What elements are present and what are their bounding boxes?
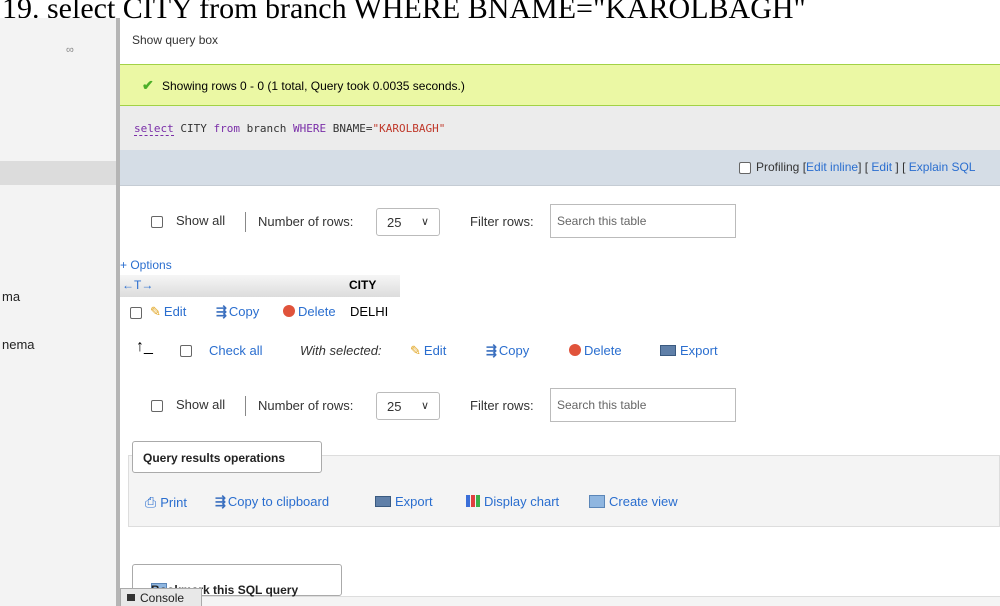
search-placeholder: Search this table (557, 398, 647, 412)
show-all-label: Show all (176, 397, 226, 412)
print-button[interactable]: ⎙ Print (145, 494, 187, 511)
profiling-checkbox[interactable] (739, 162, 751, 174)
show-all-checkbox[interactable] (151, 216, 163, 228)
table-navigation-top: Show all Number of rows: 25 ∨ Filter row… (120, 204, 1000, 240)
console-icon (127, 594, 135, 601)
show-query-box-link[interactable]: Show query box (132, 33, 218, 47)
sql-string-value: "KAROLBAGH" (372, 122, 446, 135)
export-button[interactable]: Export (375, 494, 433, 509)
sql-query: select CITY from branch WHERE BNAME="KAR… (134, 122, 446, 136)
row-checkbox[interactable] (130, 307, 142, 319)
row-delete-button[interactable]: Delete (283, 304, 336, 319)
explain-sql-link[interactable]: Explain SQL (909, 160, 976, 174)
filter-rows-label: Filter rows: (470, 214, 534, 229)
column-sort-arrows-icon[interactable]: ←T→ (122, 278, 153, 292)
rows-per-page-value: 25 (387, 399, 402, 414)
success-message: ✔ Showing rows 0 - 0 (1 total, Query too… (120, 64, 1000, 106)
table-cell-city: DELHI (350, 304, 389, 319)
bar-chart-icon (466, 495, 480, 507)
sql-table: branch (246, 122, 287, 135)
rows-per-page-value: 25 (387, 215, 402, 230)
copy-icon: ⇶ (486, 343, 497, 358)
number-of-rows-label: Number of rows: (258, 398, 354, 413)
table-header: ←T→ CITY (120, 275, 400, 297)
sidebar-item-schema[interactable]: ma (2, 289, 20, 304)
copy-to-clipboard-button[interactable]: ⇶ Copy to clipboard (215, 494, 329, 510)
sql-keyword-where: WHERE (293, 122, 327, 135)
bulk-copy-button[interactable]: ⇶ Copy (486, 343, 529, 359)
printer-icon: ⎙ (145, 494, 157, 510)
chevron-down-icon: ∨ (420, 216, 429, 228)
rows-per-page-select[interactable]: 25 ∨ (376, 208, 440, 236)
pencil-icon: ✎ (410, 343, 421, 358)
delete-icon (283, 305, 295, 317)
pencil-icon: ✎ (150, 304, 161, 319)
options-link[interactable]: + Options (120, 258, 172, 272)
profiling-links: Profiling [Edit inline] [ Edit ] [ Expla… (756, 160, 976, 174)
create-view-button[interactable]: Create view (589, 494, 678, 509)
checkmark-icon: ✔ (142, 77, 154, 93)
rows-per-page-select-bottom[interactable]: 25 ∨ (376, 392, 440, 420)
row-copy-button[interactable]: ⇶ Copy (216, 304, 259, 320)
console-toggle[interactable]: Console (120, 588, 202, 606)
table-view-icon (589, 495, 605, 508)
display-chart-button[interactable]: Display chart (466, 494, 559, 509)
bulk-delete-button[interactable]: Delete (569, 343, 622, 358)
show-all-label: Show all (176, 213, 226, 228)
link-icon[interactable]: ∞ (66, 44, 74, 56)
delete-icon (569, 344, 581, 356)
profiling-bar: Profiling [Edit inline] [ Edit ] [ Expla… (120, 150, 1000, 186)
sql-column: CITY (180, 122, 207, 135)
copy-icon: ⇶ (216, 304, 227, 319)
number-of-rows-label: Number of rows: (258, 214, 354, 229)
profiling-label: Profiling (756, 160, 800, 174)
sql-keyword-select[interactable]: select (134, 122, 174, 136)
sidebar-highlight-row[interactable] (0, 161, 116, 185)
navigation-sidebar: ∞ ma nema (0, 18, 116, 606)
search-placeholder: Search this table (557, 214, 647, 228)
bookmark-panel (128, 596, 1000, 606)
show-all-checkbox-bottom[interactable] (151, 400, 163, 412)
column-header-city[interactable]: CITY (349, 278, 376, 292)
sql-condition: BNAME="KAROLBAGH" (332, 122, 446, 135)
bulk-edit-button[interactable]: ✎ Edit (410, 343, 446, 359)
filter-rows-input[interactable]: Search this table (550, 204, 736, 238)
table-navigation-bottom: Show all Number of rows: 25 ∨ Filter row… (120, 388, 1000, 424)
sql-keyword-from: from (213, 122, 241, 135)
separator (245, 212, 246, 232)
bulk-export-button[interactable]: Export (660, 343, 718, 358)
filter-rows-input-bottom[interactable]: Search this table (550, 388, 736, 422)
arrow-up-icon: ↑_ (136, 338, 153, 355)
query-results-operations-title: Query results operations (132, 441, 322, 473)
edit-link[interactable]: Edit (871, 160, 892, 174)
with-selected-label: With selected: (300, 343, 382, 358)
check-all-checkbox[interactable] (180, 345, 192, 357)
chevron-down-icon: ∨ (420, 400, 429, 412)
console-label: Console (140, 591, 185, 605)
sql-query-box: select CITY from branch WHERE BNAME="KAR… (120, 106, 1000, 150)
row-edit-button[interactable]: ✎ Edit (150, 304, 186, 320)
separator (245, 396, 246, 416)
export-icon (375, 496, 391, 507)
main-content: Show query box ✔ Showing rows 0 - 0 (1 t… (120, 18, 1000, 606)
success-text: Showing rows 0 - 0 (1 total, Query took … (162, 79, 465, 93)
copy-icon: ⇶ (215, 494, 226, 509)
export-icon (660, 345, 676, 356)
filter-rows-label: Filter rows: (470, 398, 534, 413)
edit-inline-link[interactable]: Edit inline (806, 160, 858, 174)
check-all-label[interactable]: Check all (209, 343, 262, 358)
sidebar-item-schema-2[interactable]: nema (2, 337, 35, 352)
